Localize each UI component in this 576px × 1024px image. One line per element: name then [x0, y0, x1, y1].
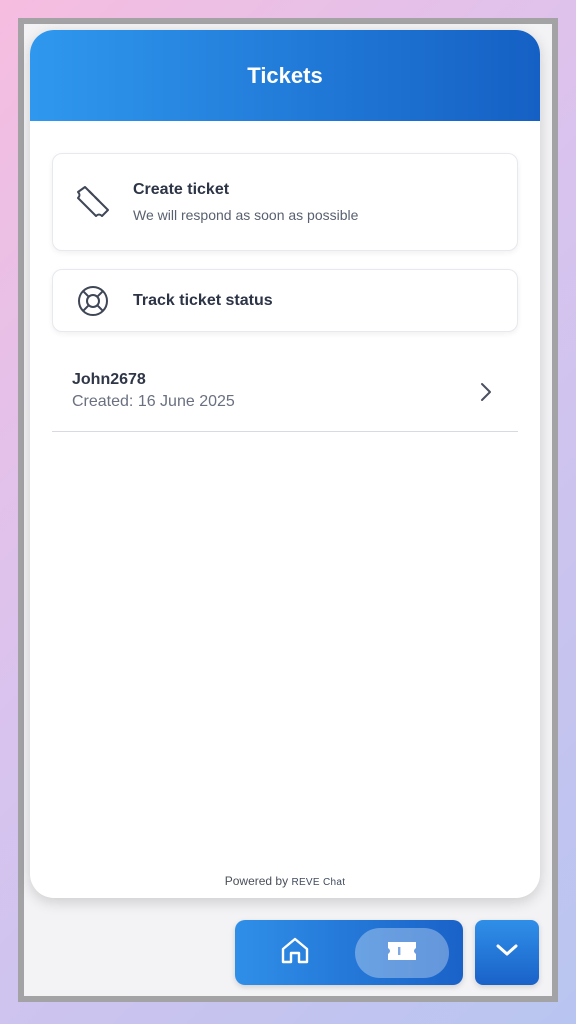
ticket-icon	[53, 180, 133, 224]
home-icon	[279, 934, 311, 971]
collapse-widget-button[interactable]	[475, 920, 539, 985]
powered-by: Powered by REVE Chat	[30, 874, 540, 888]
lifebuoy-icon	[53, 284, 133, 318]
create-ticket-card[interactable]: Create ticket We will respond as soon as…	[52, 153, 518, 251]
powered-by-label: Powered by	[224, 874, 289, 888]
page-title: Tickets	[247, 62, 323, 88]
bottom-nav	[235, 920, 463, 985]
ticket-created-date: Created: 16 June 2025	[72, 393, 235, 410]
chevron-right-icon	[478, 380, 494, 409]
brand-logo[interactable]: REVE Chat	[291, 877, 345, 888]
ticket-list-item[interactable]: John2678 Created: 16 June 2025	[52, 360, 518, 432]
track-ticket-card[interactable]: Track ticket status	[52, 269, 518, 332]
track-ticket-title: Track ticket status	[133, 291, 273, 309]
chevron-down-icon	[493, 941, 521, 964]
ticket-name: John2678	[72, 371, 146, 388]
header: Tickets	[30, 30, 540, 121]
home-nav-button[interactable]	[273, 934, 317, 970]
create-ticket-subtitle: We will respond as soon as possible	[133, 207, 359, 223]
chat-widget: Tickets Create ticket We will respond as…	[30, 30, 540, 898]
ticket-icon	[385, 939, 419, 968]
tickets-nav-button[interactable]	[355, 928, 449, 978]
create-ticket-title: Create ticket	[133, 181, 230, 198]
